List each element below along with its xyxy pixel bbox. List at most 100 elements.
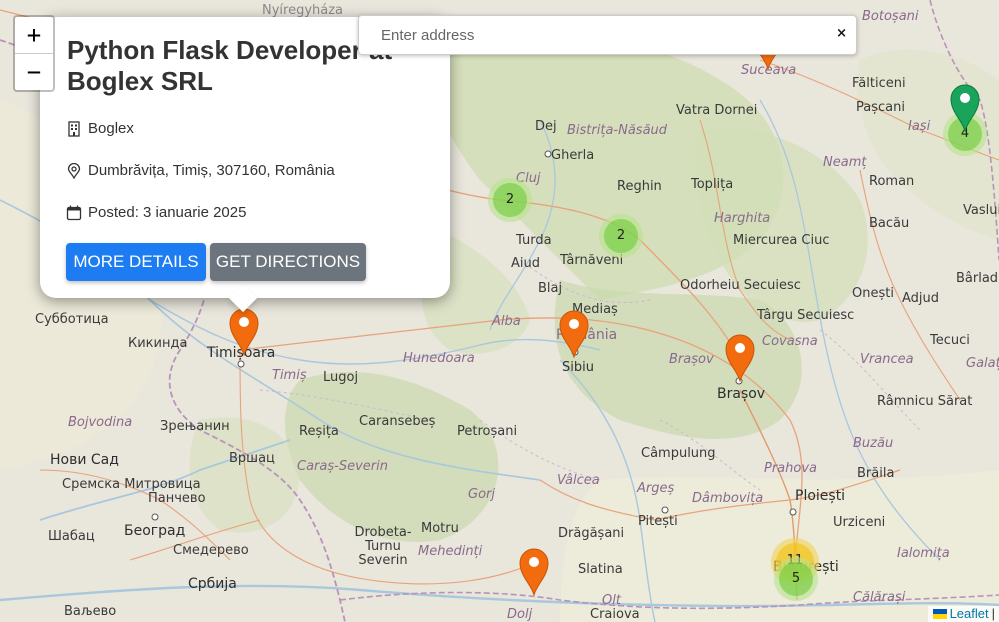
cluster-count: 2 [505, 192, 515, 207]
map-attribution: Leaflet | [927, 606, 999, 622]
map-label: Olt [602, 593, 621, 608]
map-label: Neamț [823, 155, 867, 170]
map-label: Onești [852, 286, 894, 301]
map-label: Dej [535, 119, 557, 134]
zoom-in-button[interactable]: + [15, 17, 53, 54]
building-icon [68, 120, 80, 137]
calendar-icon [66, 205, 82, 220]
map-label: Motru [421, 521, 459, 536]
map-label: Adjud [902, 291, 940, 306]
map-label: Ialomița [897, 546, 950, 561]
posted-date: Posted: 3 ianuarie 2025 [88, 204, 247, 221]
map-label: Galați [966, 356, 999, 371]
more-details-button[interactable]: MORE DETAILS [66, 243, 206, 281]
address-search: × [358, 15, 857, 55]
map-label: Dâmbovița [692, 491, 764, 506]
map-pin-marker[interactable] [227, 306, 261, 356]
map-label: Botoșani [862, 9, 919, 24]
map-label: Caraș-Severin [297, 459, 388, 474]
map-label: Vrancea [860, 352, 914, 367]
map-label: Панчево [148, 491, 206, 506]
company-row: Boglex [66, 120, 134, 137]
map-label: Târgu Secuiesc [757, 308, 855, 323]
map-label: Miercurea Ciuc [733, 233, 830, 248]
map-label: Odorheiu Secuiesc [680, 278, 801, 293]
map-label: Vatra Dornei [676, 103, 758, 118]
cluster-marker[interactable]: 2 [488, 178, 532, 222]
get-directions-button[interactable]: GET DIRECTIONS [210, 243, 366, 281]
map-label: Nyíregyháza [262, 3, 344, 18]
attribution-separator: | [991, 606, 995, 621]
map-label: Slatina [578, 562, 623, 577]
map-label: Reghin [617, 179, 662, 194]
map-label: Смедерево [173, 543, 249, 558]
map-label: Iași [908, 119, 931, 134]
map-label: Pitești [638, 514, 678, 529]
map-label: Drobeta-Turnu Severin [354, 525, 412, 568]
map-label: Urziceni [833, 515, 886, 530]
map-label: Нови Сад [50, 452, 119, 468]
map-label: Timiș [272, 368, 307, 383]
clear-search-button[interactable]: × [836, 26, 847, 41]
map-label: Gherla [551, 148, 595, 163]
map-label: Călărași [853, 590, 906, 605]
map-label: Buzău [853, 436, 894, 451]
map-label: Argeș [637, 481, 675, 496]
location-row: Dumbrăvița, Timiș, 307160, România [66, 162, 335, 179]
map-label: Pașcani [856, 100, 905, 115]
cluster-marker[interactable]: 5 [774, 557, 818, 601]
map-label: Tecuci [930, 333, 970, 348]
map-label: Toplița [691, 177, 734, 192]
ukraine-flag-icon [932, 609, 947, 619]
map-label: Кикинда [128, 336, 188, 351]
map-label: Fălticeni [852, 76, 906, 91]
cluster-marker[interactable]: 2 [599, 214, 643, 258]
job-location: Dumbrăvița, Timiș, 307160, România [88, 162, 335, 179]
zoom-out-button[interactable]: − [15, 54, 53, 90]
map-pin-marker[interactable] [948, 82, 982, 132]
map-label: Sibiu [562, 360, 594, 375]
map-label: Сремска Митровица [62, 477, 201, 492]
map-label: Drăgășani [558, 526, 625, 541]
map-label: Aiud [511, 256, 540, 271]
address-search-input[interactable] [379, 26, 823, 45]
map-label: Београд [124, 523, 186, 539]
map-pin-marker[interactable] [517, 546, 551, 596]
map-label: Petroșani [457, 424, 518, 439]
map-label: Субботица [35, 312, 109, 327]
zoom-control: + − [13, 15, 55, 92]
map-label: Brașov [669, 352, 714, 367]
map-pin-marker[interactable] [557, 308, 591, 358]
map-label: Србија [188, 576, 237, 592]
map-label: Hunedoara [403, 351, 475, 366]
map-label: Brăila [857, 466, 895, 481]
map-label: Blaj [538, 281, 563, 296]
cluster-count: 5 [791, 571, 801, 586]
posted-row: Posted: 3 ianuarie 2025 [66, 204, 246, 221]
map-label: Ploiești [795, 488, 846, 504]
map-label: Bojvodina [68, 415, 133, 430]
map-label: Harghita [714, 211, 771, 226]
map-label: Alba [492, 314, 521, 329]
map-label: Bârlad [956, 271, 999, 286]
map-pin-marker[interactable] [723, 332, 757, 382]
map-label: Câmpulung [641, 446, 716, 461]
map-label: Vâlcea [557, 473, 600, 488]
map-label: Зрењанин [160, 419, 230, 434]
map-label: Covasna [762, 334, 818, 349]
map-label: Bistrița-Năsăud [567, 123, 668, 138]
map-label: Prahova [764, 461, 818, 476]
map-label: Roman [869, 174, 915, 189]
map-label: Vaslui [963, 203, 999, 218]
map-label: Шабац [48, 529, 95, 544]
map-label: Dolj [507, 607, 533, 622]
leaflet-link[interactable]: Leaflet [950, 606, 989, 622]
map-label: Reșița [299, 424, 339, 439]
map-label: Вршац [229, 451, 275, 466]
map-label: Râmnicu Sărat [877, 394, 973, 409]
map-label: Craiova [590, 607, 640, 622]
map-label: Ваљево [64, 604, 117, 619]
map-label: Caransebeș [359, 414, 436, 429]
cluster-count: 2 [616, 228, 626, 243]
company-name: Boglex [88, 120, 134, 137]
